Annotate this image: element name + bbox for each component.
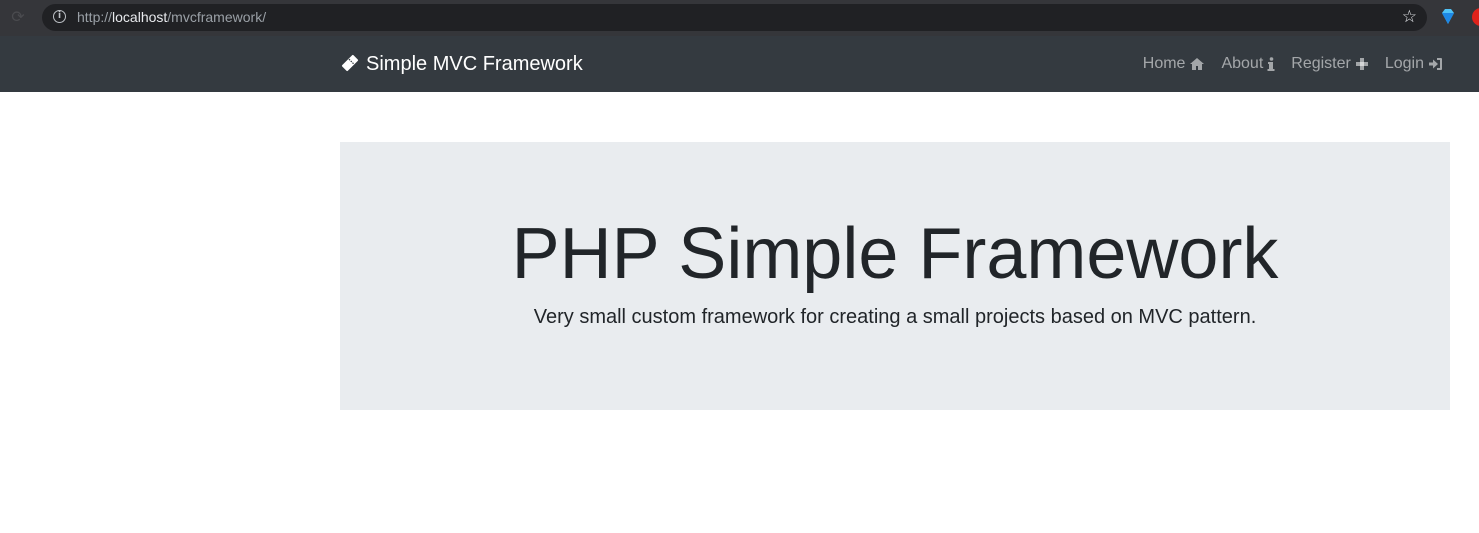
plus-icon: [1355, 58, 1368, 70]
reload-icon[interactable]: ⟳: [8, 8, 28, 28]
nav-links: Home About Register Login: [1127, 36, 1443, 92]
page-title: PHP Simple Framework: [511, 214, 1279, 294]
star-icon[interactable]: ☆: [1402, 4, 1417, 31]
url-scheme: http://: [77, 9, 113, 25]
url-text[interactable]: http://localhost/mvcframework/: [77, 4, 266, 31]
nav-link-home[interactable]: Home: [1143, 55, 1206, 73]
navbar: Simple MVC Framework Home About Register…: [0, 36, 1479, 92]
lead-text: Very small custom framework for creating…: [533, 306, 1257, 328]
url-path: /mvcframework/: [167, 9, 267, 25]
nav-link-label: Login: [1384, 55, 1424, 72]
browser-toolbar: ⟳ i http://localhost/mvcframework/ ☆: [0, 0, 1479, 36]
nav-link-login[interactable]: Login: [1385, 55, 1443, 73]
ticket-icon: [341, 54, 359, 71]
info-icon: [1267, 57, 1275, 71]
extension-red-icon[interactable]: [1472, 8, 1479, 26]
nav-link-about[interactable]: About: [1221, 55, 1275, 73]
nav-link-label: Register: [1291, 55, 1351, 72]
nav-link-label: Home: [1142, 55, 1186, 72]
brand-label: Simple MVC Framework: [366, 53, 583, 75]
address-bar[interactable]: i http://localhost/mvcframework/ ☆: [42, 4, 1427, 31]
sign-in-icon: [1429, 58, 1442, 70]
info-icon[interactable]: i: [53, 10, 66, 23]
nav-link-register[interactable]: Register: [1291, 55, 1369, 73]
extension-gem-icon[interactable]: [1441, 8, 1455, 25]
nav-link-label: About: [1221, 55, 1264, 72]
jumbotron: PHP Simple Framework Very small custom f…: [340, 142, 1450, 410]
url-host: localhost: [112, 9, 168, 25]
brand-link[interactable]: Simple MVC Framework: [340, 36, 583, 92]
home-icon: [1190, 58, 1205, 70]
